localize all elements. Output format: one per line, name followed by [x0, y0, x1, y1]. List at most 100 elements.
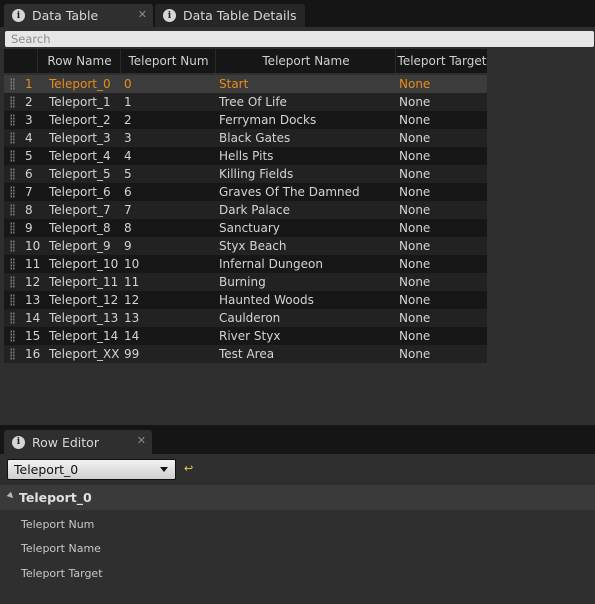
table-row[interactable]: 8 Teleport_7 7 Dark Palace None	[4, 201, 487, 219]
table-row[interactable]: 1 Teleport_0 0 Start None	[4, 75, 487, 93]
cell-idx: 10	[25, 239, 41, 253]
cell-target: None	[399, 95, 431, 109]
drag-handle-icon[interactable]	[10, 150, 15, 162]
cell-target: None	[399, 149, 431, 163]
cell-idx: 1	[25, 77, 33, 91]
cell-num: 12	[124, 293, 140, 307]
cell-idx: 7	[25, 185, 33, 199]
cell-idx: 15	[25, 329, 41, 343]
drag-handle-icon[interactable]	[10, 114, 15, 126]
cell-tname: Ferryman Docks	[219, 113, 317, 127]
drag-handle-icon[interactable]	[10, 348, 15, 360]
cell-tname: Burning	[219, 275, 266, 289]
tab-label: Row Editor	[32, 434, 99, 450]
cell-tname: Infernal Dungeon	[219, 257, 323, 271]
drag-handle-icon[interactable]	[10, 78, 15, 90]
cell-tname: Black Gates	[219, 131, 291, 145]
drag-handle-icon[interactable]	[10, 330, 15, 342]
tab-row-editor[interactable]: i Row Editor ✕	[4, 430, 152, 454]
cell-name: Teleport_6	[49, 185, 111, 199]
table-row[interactable]: 11 Teleport_10 10 Infernal Dungeon None	[4, 255, 487, 273]
column-header-teleport-target[interactable]: Teleport Target	[395, 49, 488, 73]
cell-tname: Hells Pits	[219, 149, 274, 163]
cell-target: None	[399, 167, 431, 181]
cell-num: 5	[124, 167, 132, 181]
drag-handle-icon[interactable]	[10, 186, 15, 198]
drag-handle-icon[interactable]	[10, 258, 15, 270]
reset-arrow-icon[interactable]: ↩	[184, 462, 193, 475]
column-header-row-name[interactable]: Row Name	[37, 49, 121, 73]
property-label-teleport-name: Teleport Name	[21, 542, 101, 555]
cell-idx: 12	[25, 275, 41, 289]
section-title: Teleport_0	[19, 490, 92, 505]
drag-handle-icon[interactable]	[10, 204, 15, 216]
cell-idx: 8	[25, 203, 33, 217]
cell-num: 9	[124, 239, 132, 253]
drag-handle-icon[interactable]	[10, 312, 15, 324]
data-table: Row Name Teleport Num Teleport Name Tele…	[4, 49, 487, 363]
cell-num: 13	[124, 311, 140, 325]
row-section-header[interactable]: Teleport_0	[0, 485, 595, 510]
cell-name: Teleport_12	[49, 293, 119, 307]
cell-idx: 11	[25, 257, 41, 271]
drag-handle-icon[interactable]	[10, 222, 15, 234]
drag-handle-icon[interactable]	[10, 132, 15, 144]
tab-label: Data Table	[32, 8, 99, 23]
table-row[interactable]: 4 Teleport_3 3 Black Gates None	[4, 129, 487, 147]
cell-num: 99	[124, 347, 140, 361]
table-row[interactable]: 10 Teleport_9 9 Styx Beach None	[4, 237, 487, 255]
table-row[interactable]: 5 Teleport_4 4 Hells Pits None	[4, 147, 487, 165]
property-label-teleport-num: Teleport Num	[21, 518, 95, 531]
cell-idx: 14	[25, 311, 41, 325]
table-row[interactable]: 3 Teleport_2 2 Ferryman Docks None	[4, 111, 487, 129]
cell-tname: Graves Of The Damned	[219, 185, 360, 199]
cell-tname: Tree Of Life	[219, 95, 287, 109]
dropdown-value: Teleport_0	[14, 462, 79, 477]
cell-tname: River Styx	[219, 329, 281, 343]
cell-target: None	[399, 131, 431, 145]
cell-tname: Haunted Woods	[219, 293, 314, 307]
cell-num: 7	[124, 203, 132, 217]
cell-name: Teleport_9	[49, 239, 111, 253]
tab-data-table[interactable]: i Data Table ✕	[4, 4, 153, 27]
tab-data-table-details[interactable]: i Data Table Details	[155, 4, 305, 27]
cell-num: 4	[124, 149, 132, 163]
table-row[interactable]: 7 Teleport_6 6 Graves Of The Damned None	[4, 183, 487, 201]
drag-handle-icon[interactable]	[10, 276, 15, 288]
property-label-teleport-target: Teleport Target	[21, 567, 103, 580]
row-select-dropdown[interactable]: Teleport_0	[7, 459, 176, 480]
table-row[interactable]: 12 Teleport_11 11 Burning None	[4, 273, 487, 291]
table-row[interactable]: 15 Teleport_14 14 River Styx None	[4, 327, 487, 345]
table-row[interactable]: 16 Teleport_XX 99 Test Area None	[4, 345, 487, 363]
cell-name: Teleport_2	[49, 113, 111, 127]
drag-handle-icon[interactable]	[10, 96, 15, 108]
cell-target: None	[399, 329, 431, 343]
cell-idx: 6	[25, 167, 33, 181]
table-row[interactable]: 13 Teleport_12 12 Haunted Woods None	[4, 291, 487, 309]
cell-target: None	[399, 185, 431, 199]
column-header-teleport-num[interactable]: Teleport Num	[120, 49, 216, 73]
cell-target: None	[399, 221, 431, 235]
table-row[interactable]: 14 Teleport_13 13 Caulderon None	[4, 309, 487, 327]
cell-num: 3	[124, 131, 132, 145]
cell-name: Teleport_10	[49, 257, 119, 271]
table-row[interactable]: 2 Teleport_1 1 Tree Of Life None	[4, 93, 487, 111]
column-header-teleport-name[interactable]: Teleport Name	[215, 49, 396, 73]
search-input[interactable]: Search	[5, 31, 594, 47]
cell-tname: Dark Palace	[219, 203, 291, 217]
cell-num: 11	[124, 275, 140, 289]
close-icon[interactable]: ✕	[137, 434, 146, 447]
drag-handle-icon[interactable]	[10, 294, 15, 306]
info-icon: i	[12, 9, 25, 22]
table-row[interactable]: 9 Teleport_8 8 Sanctuary None	[4, 219, 487, 237]
cell-idx: 13	[25, 293, 41, 307]
table-row[interactable]: 6 Teleport_5 5 Killing Fields None	[4, 165, 487, 183]
cell-num: 6	[124, 185, 132, 199]
cell-target: None	[399, 257, 431, 271]
drag-handle-icon[interactable]	[10, 168, 15, 180]
close-icon[interactable]: ✕	[138, 8, 147, 21]
cell-name: Teleport_5	[49, 167, 111, 181]
cell-target: None	[399, 239, 431, 253]
drag-handle-icon[interactable]	[10, 240, 15, 252]
cell-target: None	[399, 293, 431, 307]
